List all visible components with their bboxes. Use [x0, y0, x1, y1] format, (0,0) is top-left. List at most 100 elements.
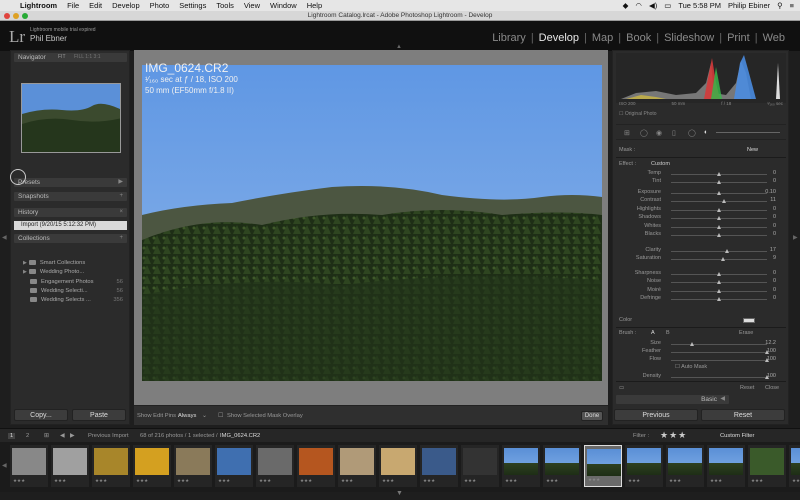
filmstrip-thumbnail[interactable]: ★★★	[543, 445, 581, 487]
collection-wedding-selects[interactable]: Wedding Selects ... 356	[23, 296, 123, 304]
custom-filter-select[interactable]: Custom Filter	[720, 433, 754, 439]
brush-slider-track[interactable]	[671, 375, 769, 379]
battery-icon[interactable]: ▭	[664, 1, 671, 10]
color-swatch[interactable]	[743, 318, 755, 323]
filmstrip-thumbnail[interactable]: ★★★	[420, 445, 458, 487]
filmstrip-thumbnail[interactable]: ★★★	[133, 445, 171, 487]
collection-smart[interactable]: ▶ Smart Collections	[23, 259, 123, 267]
collection-engagement[interactable]: Engagement Photos 56	[23, 278, 123, 286]
slider-knob[interactable]	[725, 249, 730, 253]
slider-track[interactable]	[671, 225, 767, 229]
brush-b-tab[interactable]: B	[666, 330, 670, 336]
add-snapshot-icon[interactable]: +	[119, 192, 123, 201]
slider-knob[interactable]	[689, 342, 694, 346]
filmstrip-thumbnail[interactable]: ★★★	[379, 445, 417, 487]
module-print[interactable]: Print	[722, 32, 755, 44]
back-icon[interactable]: ◀	[60, 433, 64, 439]
bottom-panel-toggle-icon[interactable]: ▼	[396, 490, 403, 497]
forward-icon[interactable]: ▶	[70, 433, 74, 439]
grid-icon[interactable]: ⊞	[44, 433, 49, 439]
slider-track[interactable]	[671, 280, 767, 284]
history-item[interactable]: Import (9/20/15 5:12:32 PM)	[14, 221, 127, 230]
collections-header[interactable]: Collections +	[14, 234, 127, 243]
spot-removal-icon[interactable]: ◯	[640, 129, 648, 137]
graduated-filter-icon[interactable]: ▯	[672, 129, 676, 137]
slider-value[interactable]: 0	[773, 295, 776, 301]
slider-value[interactable]: 0	[773, 231, 776, 237]
menu-help[interactable]: Help	[307, 1, 322, 10]
edit-pins-select[interactable]: Always	[178, 413, 196, 419]
right-panel-toggle-icon[interactable]: ▶	[793, 234, 798, 241]
filmstrip-thumbnail[interactable]: ★★★	[51, 445, 89, 487]
brush-slider-track[interactable]	[671, 350, 769, 354]
rating-filter[interactable]: ★★★	[660, 430, 687, 441]
slider-value[interactable]: 9	[773, 255, 776, 261]
brush-slider-value[interactable]: 100	[767, 356, 776, 362]
panel-toggle-icon[interactable]: ▭	[619, 385, 624, 391]
slider-track[interactable]	[671, 208, 767, 212]
zoom-options[interactable]: FILL 1:1 3:1	[74, 53, 101, 62]
menu-develop[interactable]: Develop	[112, 1, 140, 10]
slider-value[interactable]: 17	[770, 247, 776, 253]
filmstrip-thumbnail[interactable]: ★★★	[625, 445, 663, 487]
filmstrip-thumbnail[interactable]: ★★★	[174, 445, 212, 487]
brush-slider-value[interactable]: 12.2	[765, 340, 776, 346]
histogram[interactable]	[616, 53, 786, 103]
slider-value[interactable]: 0.10	[765, 189, 776, 195]
second-window-button[interactable]: 2	[26, 433, 29, 439]
brush-slider-track[interactable]	[671, 358, 769, 362]
slider-track[interactable]	[671, 257, 767, 261]
left-panel-toggle-icon[interactable]: ◀	[2, 234, 7, 241]
snapshots-header[interactable]: Snapshots +	[14, 192, 127, 201]
filmstrip-scroll-left-icon[interactable]: ◀	[2, 462, 7, 469]
dropbox-icon[interactable]: ◆	[623, 1, 629, 10]
clear-history-icon[interactable]: ×	[119, 208, 123, 217]
red-eye-icon[interactable]: ◉	[656, 129, 662, 137]
brush-slider-value[interactable]: 100	[767, 373, 776, 379]
module-web[interactable]: Web	[758, 32, 790, 44]
original-photo-toggle[interactable]: ☐ Original Photo	[619, 111, 657, 117]
copy-button[interactable]: Copy...	[14, 409, 68, 421]
search-icon[interactable]: ⚲	[777, 1, 783, 10]
filmstrip-thumbnail[interactable]: ★★★	[502, 445, 540, 487]
slider-value[interactable]: 0	[773, 206, 776, 212]
slider-value[interactable]: 0	[773, 170, 776, 176]
menu-file[interactable]: File	[67, 1, 79, 10]
filmstrip-thumbnail[interactable]: ★★★	[256, 445, 294, 487]
previous-button[interactable]: Previous	[614, 409, 698, 421]
collection-wedding-selecti[interactable]: Wedding Selecti... 56	[23, 287, 123, 295]
basic-header[interactable]: Basic ◀	[616, 395, 729, 404]
slider-knob[interactable]	[716, 208, 721, 212]
radial-filter-icon[interactable]: ◯	[688, 129, 696, 137]
filmstrip-thumbnail[interactable]: ★★★	[297, 445, 335, 487]
filmstrip-thumbnail[interactable]: ★★★	[338, 445, 376, 487]
minimize-window-button[interactable]	[13, 13, 19, 19]
add-collection-icon[interactable]: +	[119, 234, 123, 243]
slider-knob[interactable]	[716, 225, 721, 229]
filmstrip-thumbnail[interactable]: ★★★	[789, 445, 800, 487]
module-map[interactable]: Map	[587, 32, 618, 44]
module-book[interactable]: Book	[621, 32, 656, 44]
navigator-header[interactable]: Navigator FIT FILL 1:1 3:1	[14, 53, 127, 62]
user-menu[interactable]: Philip Ebiner	[728, 1, 770, 10]
zoom-window-button[interactable]	[22, 13, 28, 19]
collection-wedding-photo[interactable]: ▶ Wedding Photo...	[23, 268, 123, 276]
slider-value[interactable]: 0	[773, 278, 776, 284]
clock[interactable]: Tue 5:58 PM	[678, 1, 721, 10]
mask-reset-button[interactable]: Reset	[740, 385, 754, 391]
slider-knob[interactable]	[716, 233, 721, 237]
reset-button[interactable]: Reset	[701, 409, 785, 421]
filmstrip-thumbnail[interactable]: ★★★	[707, 445, 745, 487]
slider-knob[interactable]	[716, 216, 721, 220]
slider-track[interactable]	[671, 216, 767, 220]
slider-knob[interactable]	[716, 180, 721, 184]
close-window-button[interactable]	[4, 13, 10, 19]
filmstrip-thumbnail[interactable]: ★★★	[10, 445, 48, 487]
list-icon[interactable]: ≡	[790, 1, 794, 10]
filmstrip-thumbnail[interactable]: ★★★	[748, 445, 786, 487]
menu-settings[interactable]: Settings	[179, 1, 206, 10]
menu-window[interactable]: Window	[270, 1, 297, 10]
slider-knob[interactable]	[721, 257, 726, 261]
slider-track[interactable]	[671, 249, 767, 253]
slider-track[interactable]	[671, 233, 767, 237]
